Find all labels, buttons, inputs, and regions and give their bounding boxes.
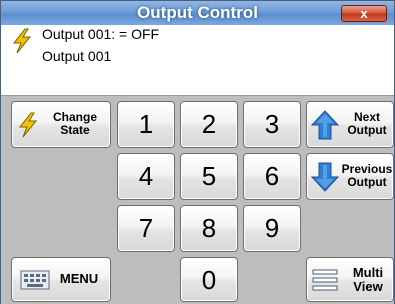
digit-4-button[interactable]: 4 — [117, 153, 175, 200]
digit-3-button[interactable]: 3 — [243, 101, 301, 148]
change-state-button[interactable]: Change State — [11, 101, 111, 148]
keyboard-icon — [20, 270, 50, 290]
title-bar: Output Control x — [1, 1, 394, 25]
multi-view-label: Multi View — [343, 266, 393, 294]
menu-button[interactable]: MENU — [11, 257, 111, 302]
change-state-label: Change State — [40, 111, 110, 137]
lightning-icon — [18, 112, 38, 138]
lightning-icon — [12, 28, 32, 54]
digit-2-button[interactable]: 2 — [180, 101, 238, 148]
arrow-down-icon — [310, 162, 340, 192]
previous-output-button[interactable]: Previous Output — [306, 153, 394, 200]
multi-view-button[interactable]: Multi View — [306, 257, 394, 302]
digit-0-button[interactable]: 0 — [180, 257, 238, 302]
digit-6-button[interactable]: 6 — [243, 153, 301, 200]
next-output-button[interactable]: Next Output — [306, 101, 394, 148]
digit-8-button[interactable]: 8 — [180, 205, 238, 252]
previous-output-label-line2: Output — [347, 175, 387, 189]
previous-output-label: Previous Output — [338, 163, 395, 189]
menu-label: MENU — [59, 271, 99, 286]
digit-5-button[interactable]: 5 — [180, 153, 238, 200]
close-button[interactable]: x — [341, 5, 387, 22]
digit-7-button[interactable]: 7 — [117, 205, 175, 252]
change-state-label-line2: State — [60, 123, 90, 137]
output-control-window: Output Control x Output 001: = OFF Outpu… — [0, 0, 395, 304]
next-output-label-line2: Output — [347, 123, 387, 137]
multi-view-label-line2: View — [353, 279, 383, 294]
output-status-text: Output 001: = OFF — [42, 26, 160, 42]
arrow-up-icon — [310, 110, 340, 140]
window-title: Output Control — [137, 3, 258, 22]
digit-1-button[interactable]: 1 — [117, 101, 175, 148]
next-output-label: Next Output — [340, 111, 394, 137]
multi-view-label-line1: Multi — [352, 265, 384, 280]
output-name-text: Output 001 — [42, 48, 112, 64]
list-icon — [312, 269, 338, 291]
digit-9-button[interactable]: 9 — [243, 205, 301, 252]
